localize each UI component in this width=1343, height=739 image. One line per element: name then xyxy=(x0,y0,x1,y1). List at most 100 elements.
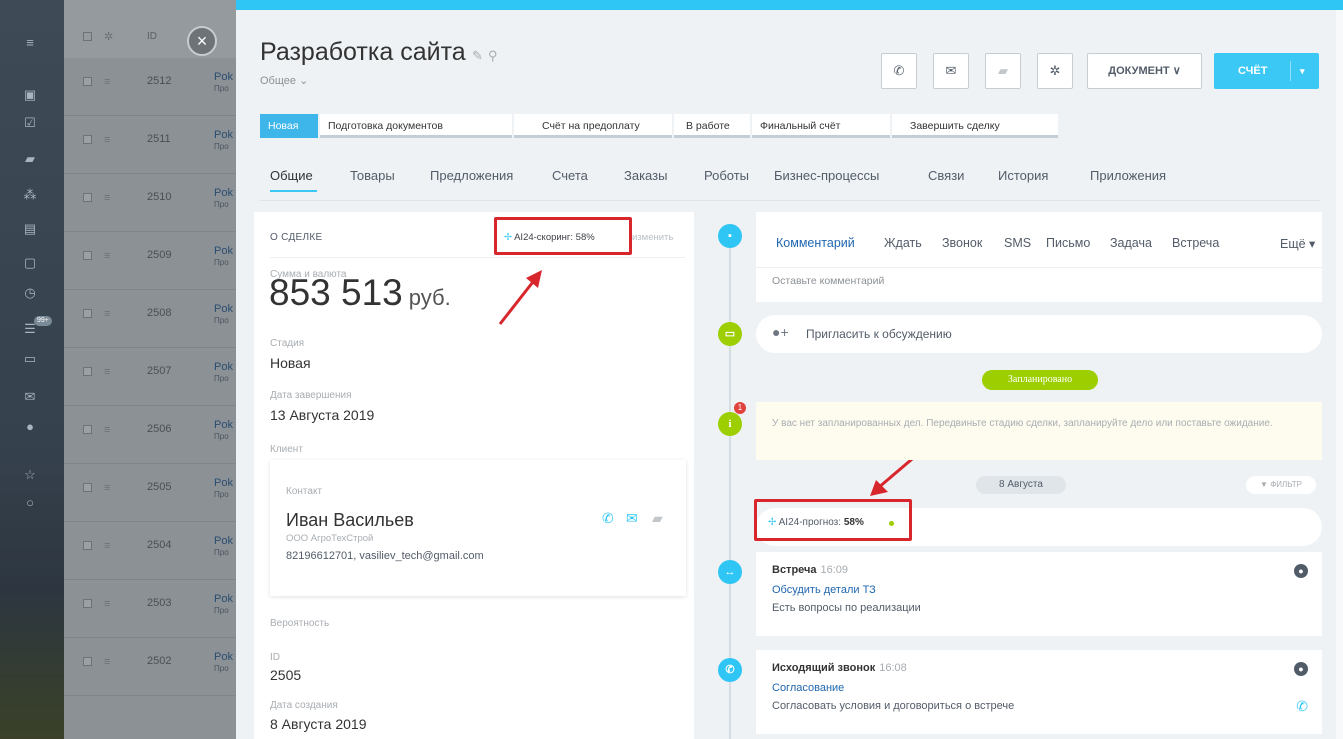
row-menu-icon[interactable]: ≡ xyxy=(104,134,110,146)
row-checkbox[interactable] xyxy=(83,425,92,434)
ai-forecast[interactable]: ✢ AI24-прогноз: 58% xyxy=(768,517,864,528)
stage-docs[interactable]: Подготовка документов xyxy=(320,114,512,138)
stage-new[interactable]: Новая xyxy=(260,114,318,138)
row-menu-icon[interactable]: ≡ xyxy=(104,540,110,552)
table-row[interactable]: ≡ 2512 Pok Про xyxy=(64,58,236,116)
table-row[interactable]: ≡ 2503 Pok Про xyxy=(64,580,236,638)
tab-products[interactable]: Товары xyxy=(350,168,395,183)
deals-icon[interactable]: ▣ xyxy=(22,88,38,102)
tab-invoices[interactable]: Счета xyxy=(552,168,588,183)
invite-bar[interactable]: ●+ Пригласить к обсуждению xyxy=(756,315,1322,353)
phone-icon[interactable]: ✆ xyxy=(602,510,614,527)
row-name[interactable]: Pok Про xyxy=(214,72,233,94)
table-row[interactable]: ≡ 2511 Pok Про xyxy=(64,116,236,174)
stage-in-work[interactable]: В работе xyxy=(674,114,750,138)
stage-prepayment[interactable]: Счёт на предоплату xyxy=(514,114,672,138)
row-name[interactable]: Pok Про xyxy=(214,130,233,152)
user-icon[interactable]: ● xyxy=(1294,564,1308,578)
row-menu-icon[interactable]: ≡ xyxy=(104,482,110,494)
tab-offers[interactable]: Предложения xyxy=(430,168,513,183)
editor-tab-task[interactable]: Задача xyxy=(1110,236,1152,250)
call-activity[interactable]: Исходящий звонок 16:08 Согласование Согла… xyxy=(756,650,1322,734)
id-column-header[interactable]: ID xyxy=(147,31,157,42)
row-checkbox[interactable] xyxy=(83,483,92,492)
meeting-activity[interactable]: Встреча 16:09 Обсудить детали ТЗ Есть воп… xyxy=(756,552,1322,636)
calendar-icon[interactable]: ▢ xyxy=(22,256,38,270)
row-menu-icon[interactable]: ≡ xyxy=(104,424,110,436)
row-checkbox[interactable] xyxy=(83,193,92,202)
mail-icon[interactable]: ✉ xyxy=(22,390,38,404)
ai-scoring-label[interactable]: ✢ AI24-скоринг: 58% xyxy=(504,232,595,243)
row-checkbox[interactable] xyxy=(83,367,92,376)
edit-title-icon[interactable]: ✎ xyxy=(472,48,483,64)
row-checkbox[interactable] xyxy=(83,251,92,260)
clock-icon[interactable]: ◷ xyxy=(22,286,38,300)
stage-final-invoice[interactable]: Финальный счёт xyxy=(752,114,890,138)
row-checkbox[interactable] xyxy=(83,599,92,608)
editor-tab-meeting[interactable]: Встреча xyxy=(1172,236,1219,250)
row-name[interactable]: Pok Про xyxy=(214,652,233,674)
comment-input[interactable]: Оставьте комментарий xyxy=(772,275,884,287)
close-panel-button[interactable]: × xyxy=(187,26,217,56)
invoice-button[interactable]: СЧЁТ ▾ xyxy=(1214,53,1319,89)
tab-general[interactable]: Общие xyxy=(270,168,313,183)
row-menu-icon[interactable]: ≡ xyxy=(104,250,110,262)
drive-icon[interactable]: ▤ xyxy=(22,222,38,236)
row-menu-icon[interactable]: ≡ xyxy=(104,76,110,88)
tab-orders[interactable]: Заказы xyxy=(624,168,667,183)
email-button[interactable]: ✉ xyxy=(933,53,969,89)
row-name[interactable]: Pok Про xyxy=(214,536,233,558)
tab-history[interactable]: История xyxy=(998,168,1048,183)
row-name[interactable]: Pok Про xyxy=(214,188,233,210)
row-menu-icon[interactable]: ≡ xyxy=(104,656,110,668)
settings-icon[interactable]: ● xyxy=(22,420,38,434)
tab-business-processes[interactable]: Бизнес-процессы xyxy=(774,168,879,183)
menu-icon[interactable]: ≡ xyxy=(22,36,38,50)
table-row[interactable]: ≡ 2502 Pok Про xyxy=(64,638,236,696)
row-checkbox[interactable] xyxy=(83,541,92,550)
row-checkbox[interactable] xyxy=(83,657,92,666)
table-row[interactable]: ≡ 2510 Pok Про xyxy=(64,174,236,232)
editor-tab-call[interactable]: Звонок xyxy=(942,236,982,250)
tab-links[interactable]: Связи xyxy=(928,168,964,183)
chevron-down-icon[interactable]: ▾ xyxy=(1300,53,1305,89)
row-menu-icon[interactable]: ≡ xyxy=(104,192,110,204)
chat-icon[interactable]: ▰ xyxy=(22,152,38,166)
row-name[interactable]: Pok Про xyxy=(214,478,233,500)
row-menu-icon[interactable]: ≡ xyxy=(104,308,110,320)
row-name[interactable]: Pok Про xyxy=(214,304,233,326)
row-checkbox[interactable] xyxy=(83,135,92,144)
tab-apps[interactable]: Приложения xyxy=(1090,168,1166,183)
phone-icon[interactable]: ✆ xyxy=(1296,698,1308,715)
row-menu-icon[interactable]: ≡ xyxy=(104,366,110,378)
tab-robots[interactable]: Роботы xyxy=(704,168,749,183)
editor-tab-more[interactable]: Ещё ▾ xyxy=(1280,236,1315,251)
row-checkbox[interactable] xyxy=(83,309,92,318)
table-row[interactable]: ≡ 2504 Pok Про xyxy=(64,522,236,580)
table-row[interactable]: ≡ 2506 Pok Про xyxy=(64,406,236,464)
row-checkbox[interactable] xyxy=(83,77,92,86)
copy-link-icon[interactable]: ⚲ xyxy=(488,48,498,64)
row-name[interactable]: Pok Про xyxy=(214,246,233,268)
scroll-strip[interactable] xyxy=(1336,10,1343,739)
deal-category[interactable]: Общее ⌄ xyxy=(260,74,308,87)
table-row[interactable]: ≡ 2505 Pok Про xyxy=(64,464,236,522)
table-row[interactable]: ≡ 2507 Pok Про xyxy=(64,348,236,406)
dot-icon[interactable]: ○ xyxy=(22,496,38,510)
stage-complete[interactable]: Завершить сделку xyxy=(892,114,1058,138)
settings-button[interactable]: ✲ xyxy=(1037,53,1073,89)
activity-link[interactable]: Согласование xyxy=(772,682,844,694)
editor-tab-sms[interactable]: SMS xyxy=(1004,236,1031,250)
editor-tab-wait[interactable]: Ждать xyxy=(884,236,922,250)
call-button[interactable]: ✆ xyxy=(881,53,917,89)
row-menu-icon[interactable]: ≡ xyxy=(104,598,110,610)
mail-icon[interactable]: ✉ xyxy=(626,510,638,527)
row-name[interactable]: Pok Про xyxy=(214,362,233,384)
chat-button[interactable]: ▰ xyxy=(985,53,1021,89)
activity-link[interactable]: Обсудить детали ТЗ xyxy=(772,584,876,596)
row-name[interactable]: Pok Про xyxy=(214,420,233,442)
document-button[interactable]: ДОКУМЕНТ ∨ xyxy=(1087,53,1202,89)
table-row[interactable]: ≡ 2508 Pok Про xyxy=(64,290,236,348)
user-icon[interactable]: ● xyxy=(1294,662,1308,676)
groups-icon[interactable]: ⁂ xyxy=(22,188,38,202)
